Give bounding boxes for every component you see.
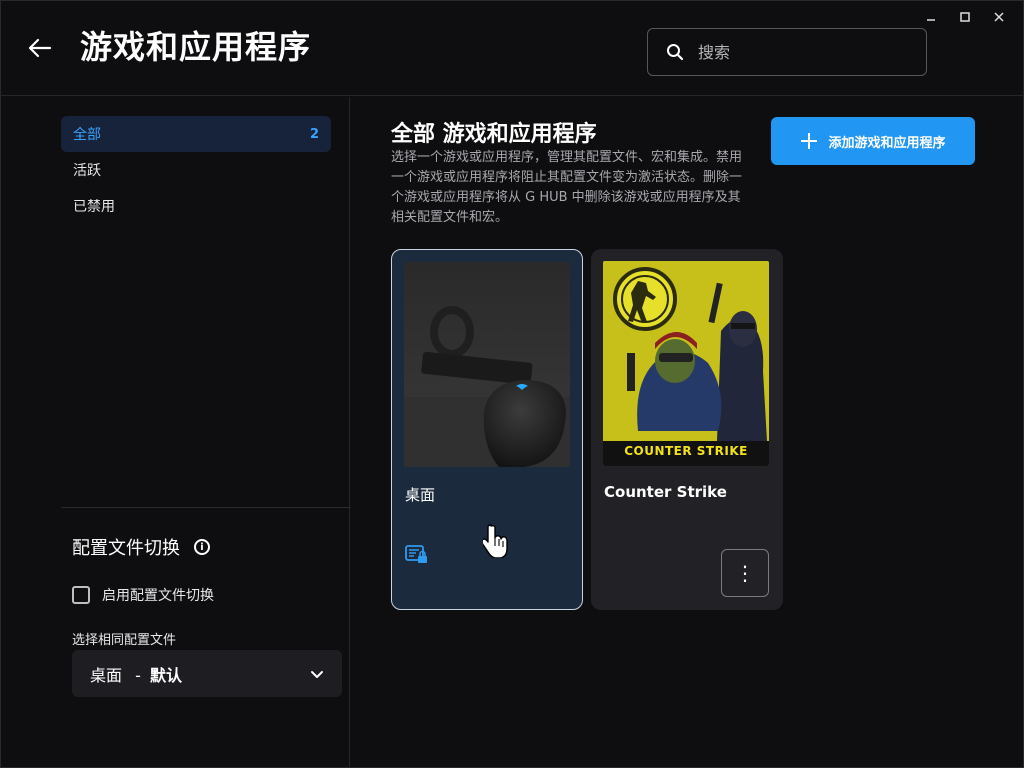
sidebar-item-label: 全部 — [73, 127, 101, 143]
card-title: 桌面 — [405, 486, 436, 504]
search-box[interactable] — [647, 28, 927, 76]
section-description: 选择一个游戏或应用程序，管理其配置文件、宏和集成。禁用一个游戏或应用程序将阻止其… — [391, 150, 743, 225]
counter-strike-cover: COUNTER STRIKE — [603, 261, 769, 466]
counter-strike-logo-text: COUNTER STRIKE — [624, 444, 748, 458]
more-options-button[interactable]: ⋮ — [721, 549, 769, 597]
header: 游戏和应用程序 — [0, 0, 1024, 96]
checkbox-label: 启用配置文件切换 — [102, 588, 214, 604]
profile-switch-checkbox[interactable] — [72, 586, 90, 604]
app-card-counter-strike[interactable]: COUNTER STRIKE Counter Strike ⋮ — [591, 249, 783, 610]
plus-icon — [801, 133, 818, 149]
back-button[interactable] — [24, 32, 56, 64]
close-button[interactable] — [982, 6, 1016, 28]
chevron-down-icon — [311, 670, 323, 678]
profile-select-label: 选择相同配置文件 — [72, 633, 177, 648]
section-title: 全部 游戏和应用程序 — [391, 122, 597, 147]
selected-profile-name: 桌面 — [90, 665, 123, 685]
more-vertical-icon: ⋮ — [735, 561, 755, 585]
minimize-button[interactable] — [914, 6, 948, 28]
sidebar-item-all[interactable]: 全部 2 — [61, 116, 331, 152]
search-input[interactable] — [698, 42, 898, 62]
minimize-icon — [927, 19, 935, 21]
profile-select-value: 桌面 - 默认 — [90, 662, 182, 686]
hand-pointer-icon — [481, 524, 509, 562]
window-controls — [914, 6, 1016, 28]
profile-select-dropdown[interactable]: 桌面 - 默认 — [72, 650, 342, 697]
profile-switch-heading: 配置文件切换 i — [72, 534, 210, 560]
sidebar-item-label: 已禁用 — [73, 199, 115, 215]
add-button-label: 添加游戏和应用程序 — [828, 135, 946, 151]
profile-switch-toggle[interactable]: 启用配置文件切换 — [72, 585, 214, 605]
search-icon — [667, 44, 684, 61]
selected-profile-default: 默认 — [149, 665, 182, 685]
sidebar-divider — [61, 507, 351, 508]
page-title: 游戏和应用程序 — [80, 28, 312, 66]
maximize-button[interactable] — [948, 6, 982, 28]
desktop-thumbnail — [404, 262, 570, 467]
add-game-app-button[interactable]: 添加游戏和应用程序 — [771, 117, 975, 165]
close-icon — [994, 12, 1004, 22]
profile-switch-title: 配置文件切换 — [72, 538, 180, 559]
arrow-left-icon — [28, 38, 52, 58]
sidebar: 全部 2 活跃 已禁用 配置文件切换 i 启用配置文件切换 选择相同配置文件 桌… — [0, 97, 351, 768]
maximize-icon — [960, 12, 970, 22]
item-count-badge: 2 — [309, 126, 319, 142]
card-title: Counter Strike — [604, 483, 727, 501]
profile-locked-icon — [405, 545, 429, 569]
info-icon[interactable]: i — [194, 539, 210, 555]
selected-profile-separator: - — [135, 665, 141, 685]
sidebar-item-disabled[interactable]: 已禁用 — [61, 188, 331, 224]
sidebar-item-active[interactable]: 活跃 — [61, 152, 331, 188]
sidebar-item-label: 活跃 — [73, 163, 101, 179]
